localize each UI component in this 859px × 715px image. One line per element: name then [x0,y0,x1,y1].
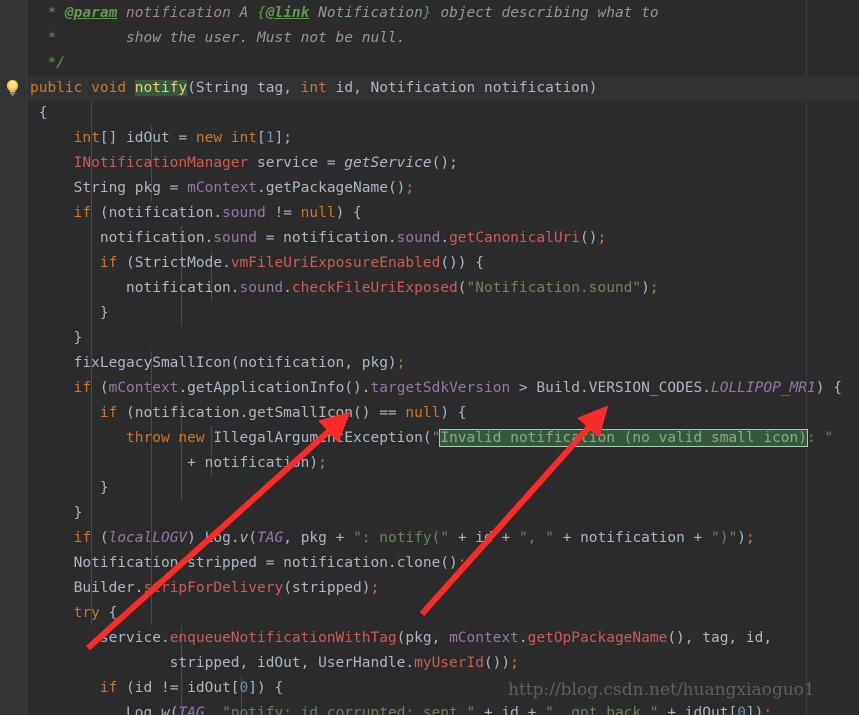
code-line-method-declaration[interactable]: public void notify(String tag, int id, N… [0,76,859,101]
code-line[interactable]: stripped, idOut, UserHandle.myUserId()); [0,651,859,676]
code-line[interactable]: INotificationManager service = getServic… [0,151,859,176]
code-line[interactable]: int[] idOut = new int[1]; [0,126,859,151]
lightbulb-intention-icon[interactable] [5,79,20,96]
code-line[interactable]: } [0,501,859,526]
code-line[interactable]: } [0,326,859,351]
code-line[interactable]: if (notification.sound != null) { [0,201,859,226]
code-line[interactable]: */ [0,51,859,76]
code-editor-pane[interactable]: * @param notification A {@link Notificat… [0,0,859,715]
code-line[interactable]: String pkg = mContext.getPackageName(); [0,176,859,201]
code-line[interactable]: } [0,476,859,501]
code-line[interactable]: Log.w(TAG, "notify: id corrupted: sent "… [0,701,859,715]
code-line[interactable]: service.enqueueNotificationWithTag(pkg, … [0,626,859,651]
code-line[interactable]: if (mContext.getApplicationInfo().target… [0,376,859,401]
search-highlight-box: Invalid notification (no valid small ico… [439,429,808,447]
code-line[interactable]: if (notification.getSmallIcon() == null)… [0,401,859,426]
code-line[interactable]: * @param notification A {@link Notificat… [0,1,859,26]
code-line[interactable]: fixLegacySmallIcon(notification, pkg); [0,351,859,376]
code-line[interactable]: Builder.stripForDelivery(stripped); [0,576,859,601]
code-line[interactable]: try { [0,601,859,626]
code-line[interactable]: if (StrictMode.vmFileUriExposureEnabled(… [0,251,859,276]
code-line[interactable]: } [0,301,859,326]
code-line[interactable]: notification.sound.checkFileUriExposed("… [0,276,859,301]
watermark-url: http://blog.csdn.net/huangxiaoguo1 [508,680,815,700]
code-line[interactable]: Notification stripped = notification.clo… [0,551,859,576]
code-line-throw-statement[interactable]: throw new IllegalArgumentException("Inva… [0,426,859,451]
code-line[interactable]: * show the user. Must not be null. [0,26,859,51]
code-line[interactable]: if (localLOGV) Log.v(TAG, pkg + ": notif… [0,526,859,551]
code-line[interactable]: notification.sound = notification.sound.… [0,226,859,251]
code-line[interactable]: + notification); [0,451,859,476]
code-text-layer[interactable]: * @param notification A {@link Notificat… [0,0,859,715]
code-line[interactable]: { [0,101,859,126]
